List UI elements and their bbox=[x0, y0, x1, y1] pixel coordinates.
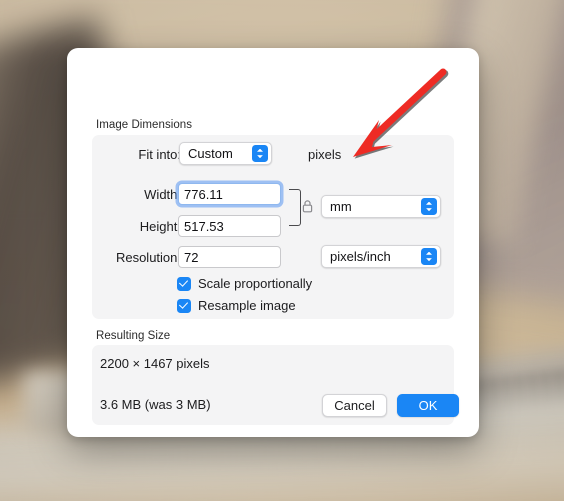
image-size-dialog: Image Dimensions Fit into: Custom pixels… bbox=[67, 48, 479, 437]
resolution-unit-dropdown[interactable]: pixels/inch bbox=[321, 245, 441, 268]
aspect-link-bracket bbox=[289, 189, 301, 226]
resample-image-checkbox[interactable] bbox=[177, 298, 191, 313]
width-label: Width: bbox=[144, 187, 181, 202]
resolution-label: Resolution: bbox=[115, 250, 181, 265]
cancel-button[interactable]: Cancel bbox=[322, 394, 387, 417]
image-dimensions-title: Image Dimensions bbox=[96, 119, 193, 131]
chevron-updown-icon[interactable] bbox=[252, 145, 268, 162]
height-input[interactable] bbox=[178, 215, 281, 237]
scale-proportionally-label: Scale proportionally bbox=[198, 276, 313, 291]
resolution-input[interactable] bbox=[178, 246, 281, 268]
chevron-updown-icon[interactable] bbox=[421, 198, 437, 215]
lock-icon[interactable] bbox=[302, 200, 313, 213]
resample-image-label: Resample image bbox=[198, 298, 296, 313]
width-input[interactable] bbox=[178, 183, 281, 205]
resulting-pixels-text: 2200 × 1467 pixels bbox=[100, 356, 210, 371]
resulting-filesize-text: 3.6 MB (was 3 MB) bbox=[100, 397, 211, 412]
dimension-unit-value: mm bbox=[330, 199, 352, 214]
fit-into-unit-label: pixels bbox=[308, 147, 342, 162]
fit-into-dropdown[interactable]: Custom bbox=[179, 142, 272, 165]
fit-into-label: Fit into: bbox=[138, 147, 181, 162]
ok-button[interactable]: OK bbox=[397, 394, 459, 417]
chevron-updown-icon[interactable] bbox=[421, 248, 437, 265]
height-label: Height: bbox=[139, 219, 181, 234]
scale-proportionally-checkbox-row[interactable]: Scale proportionally bbox=[177, 276, 312, 291]
resolution-unit-value: pixels/inch bbox=[330, 249, 391, 264]
scale-proportionally-checkbox[interactable] bbox=[177, 276, 191, 291]
dimension-unit-dropdown[interactable]: mm bbox=[321, 195, 441, 218]
fit-into-value: Custom bbox=[188, 146, 233, 161]
resample-image-checkbox-row[interactable]: Resample image bbox=[177, 298, 296, 313]
resulting-size-title: Resulting Size bbox=[96, 330, 171, 342]
